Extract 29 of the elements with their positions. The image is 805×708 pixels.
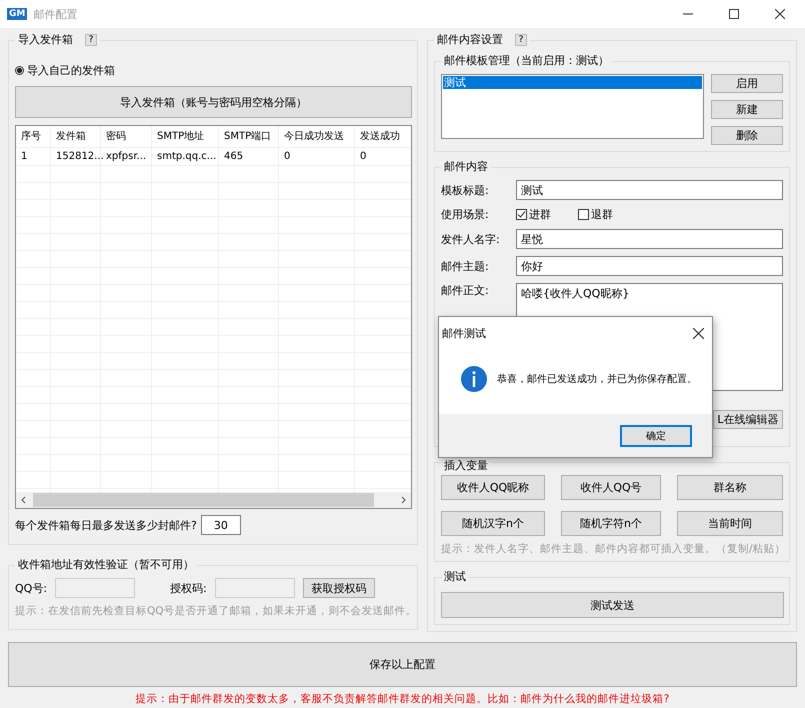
table-cell: 0 [355,148,411,166]
table-cell: 1 [16,148,51,166]
field-label: 使用场景: [441,207,490,222]
daily-limit-label: 每个发件箱每日最多发送多少封邮件? [15,518,197,532]
warning-text: 提示：由于邮件群发的变数太多，客服不负责解答邮件群发的相关问题。比如：邮件为什么我的邮件进垃圾箱? [134,692,670,706]
auth-code-label: 授权码: [170,580,207,596]
field-label: 邮件主题: [441,258,490,274]
dialog-message: 恭喜，邮件已发送成功，并已为你保存配置。 [497,372,697,386]
field-label: 发件人名字: [441,232,501,246]
table-cell: 465 [219,148,279,166]
group-title: 邮件模板管理（当前启用：测试） [444,54,609,68]
table-cell: smtp.qq.c... [152,148,219,166]
field-label: 邮件正文: [441,283,490,298]
group-title: 邮件内容 [444,160,488,174]
hint-text: 提示：在发信前先检查目标QQ号是否开通了邮箱，如果未开通，则不会发送邮件。 [15,604,411,618]
group-title: 测试 [444,570,466,584]
window-title: 邮件配置 [33,6,78,22]
hint-text: 提示：发件人名字、邮件主题、邮件内容都可插入变量。（复制/粘贴） [441,542,783,556]
field-label: 模板标题: [441,182,490,198]
group-title: 插入变量 [444,459,488,473]
group-title: 邮件内容设置 [437,33,503,47]
table-cell: xpfpsr... [101,148,152,166]
dialog-title: 邮件测试 [442,326,486,340]
qq-label: QQ号: [15,580,48,596]
group-title: 导入发件箱 [18,33,73,47]
table-cell: 152812... [51,148,101,166]
group-title: 收件箱地址有效性验证（暂不可用） [18,558,194,572]
table-cell: 0 [279,148,355,166]
app-logo: GM [7,8,28,20]
